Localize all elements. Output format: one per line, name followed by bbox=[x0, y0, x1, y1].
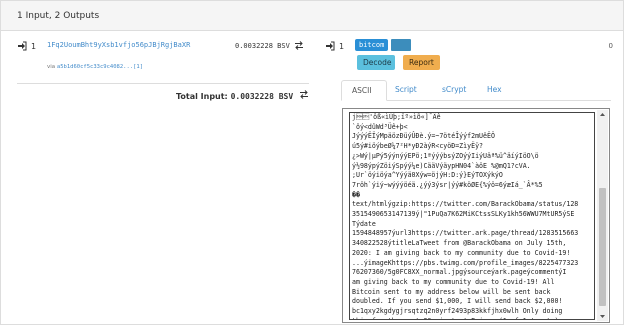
sign-in-icon bbox=[17, 41, 27, 51]
scrollbar-thumb[interactable] bbox=[599, 188, 606, 306]
input-index: 1 bbox=[31, 41, 37, 51]
panel-heading: 1 Input, 2 Outputs bbox=[1, 1, 623, 31]
script-tabs: ASCII Script sCrypt Hex bbox=[341, 80, 611, 101]
input-row: 1 bbox=[17, 41, 36, 51]
total-input: Total Input: 0.0032228 BSV bbox=[176, 90, 309, 101]
tab-hex[interactable]: Hex bbox=[487, 80, 502, 100]
transaction-panel: 1 Input, 2 Outputs 1 1Fq2UoumBht9yXsb1vf… bbox=[0, 0, 624, 325]
tab-scrypt[interactable]: sCrypt bbox=[442, 80, 466, 100]
sign-in-icon bbox=[325, 41, 335, 51]
via-line: via a5b1d60cf5c33c9c4082...[1] bbox=[47, 64, 143, 70]
via-label: via bbox=[47, 64, 56, 70]
exchange-icon[interactable] bbox=[299, 90, 309, 99]
scroll-up-icon[interactable] bbox=[598, 110, 607, 119]
tab-script[interactable]: Script bbox=[395, 80, 417, 100]
input-amount: 0.0032228 BSV bbox=[235, 41, 290, 50]
protocol-badge: bitcom bbox=[355, 39, 389, 51]
scrollbar[interactable] bbox=[597, 110, 608, 321]
output-row: 1 bbox=[325, 41, 344, 51]
input-address-link[interactable]: 1Fq2UoumBht9yXsb1vfjo56pJBjRgjBaXR bbox=[47, 41, 190, 49]
scroll-down-icon[interactable] bbox=[598, 312, 607, 321]
total-label: Total Input: bbox=[176, 92, 228, 101]
output-value: 0 bbox=[608, 42, 613, 50]
decode-button[interactable]: Decode bbox=[357, 55, 395, 70]
via-tx-link[interactable]: a5b1d60cf5c33c9c4082...[1] bbox=[57, 64, 143, 70]
report-button[interactable]: Report bbox=[403, 55, 440, 70]
divider bbox=[17, 83, 309, 84]
output-index: 1 bbox=[339, 41, 345, 51]
input-amount-group: 0.0032228 BSV bbox=[235, 41, 304, 50]
tab-ascii[interactable]: ASCII bbox=[341, 80, 387, 101]
script-text[interactable]: j'ôß«ìÜþ;ïº»ìõ«]¯Âê `ôý<dûWd³Üê+þ< Jýý… bbox=[349, 112, 595, 320]
total-amount: 0.0032228 BSV bbox=[230, 92, 294, 101]
panel-title: 1 Input, 2 Outputs bbox=[17, 11, 100, 21]
protocol-badge-extra bbox=[391, 39, 411, 51]
exchange-icon[interactable] bbox=[294, 41, 304, 50]
script-output-box: j'ôß«ìÜþ;ïº»ìõ«]¯Âê `ôý<dûWd³Üê+þ< Jýý… bbox=[342, 108, 610, 323]
